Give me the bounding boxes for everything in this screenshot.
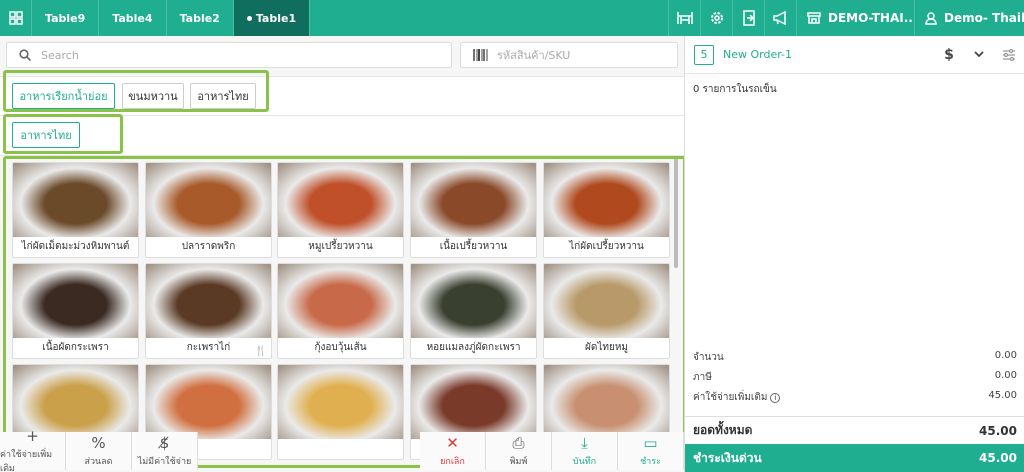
tab-label: Table2 bbox=[179, 11, 220, 25]
barcode-icon bbox=[473, 49, 488, 61]
sku-input[interactable]: รหัสสินค้า/SKU bbox=[460, 42, 678, 68]
quick-pay-label: ชำระเงินด่วน bbox=[693, 450, 762, 465]
extra-charge-label: ค่าใช้จ่ายเพิ่มเติม bbox=[693, 392, 768, 403]
store-icon bbox=[807, 12, 821, 24]
highlight-frame bbox=[3, 114, 123, 154]
tax-value: 0.00 bbox=[994, 370, 1017, 381]
action-label: ค่าใช้จ่ายเพิ่มเติม bbox=[0, 449, 53, 472]
action-label: ชำระ bbox=[640, 456, 661, 467]
user-icon bbox=[925, 11, 937, 25]
no-dollar-icon: $̸ bbox=[159, 433, 170, 452]
action-bar: + ค่าใช้จ่ายเพิ่มเติม % ส่วนลด $̸ ไม่มีค่าใ… bbox=[0, 428, 684, 472]
chevron-down-icon[interactable] bbox=[964, 51, 994, 58]
exit-door-icon[interactable] bbox=[732, 0, 764, 36]
cancel-button[interactable]: ✕ ยกเลิก bbox=[420, 432, 486, 470]
print-button[interactable]: ⎙ พิมพ์ bbox=[486, 432, 552, 470]
save-button[interactable]: ⤓ บันทึก bbox=[552, 432, 618, 470]
tax-row: ภาษี 0.00 bbox=[685, 370, 1024, 385]
quick-pay-button[interactable]: ชำระเงินด่วน 45.00 bbox=[685, 444, 1024, 472]
card-icon: ▭ bbox=[643, 433, 658, 452]
top-bar: Table9 Table4 Table2 Table1 DEMO-THAI...… bbox=[0, 0, 1024, 36]
extra-charge-button[interactable]: + ค่าใช้จ่ายเพิ่มเติม bbox=[0, 428, 66, 472]
pay-button[interactable]: ▭ ชำระ bbox=[618, 432, 684, 470]
tab-table9[interactable]: Table9 bbox=[32, 0, 100, 36]
extra-charge-value: 45.00 bbox=[988, 390, 1017, 401]
search-input[interactable]: Search bbox=[6, 42, 452, 68]
action-label: ไม่มีค่าใช้จ่าย bbox=[137, 456, 192, 467]
table-icon[interactable] bbox=[668, 0, 700, 36]
search-placeholder: Search bbox=[41, 48, 79, 62]
download-icon: ⤓ bbox=[581, 433, 588, 452]
filter-sliders-icon[interactable] bbox=[994, 48, 1024, 61]
total-label: ยอดทั้งหมด bbox=[693, 423, 753, 437]
percent-icon: % bbox=[91, 433, 106, 452]
order-panel: 5 New Order-1 $ 0 รายการในรถเข็น จำนวน 0… bbox=[684, 36, 1024, 472]
active-dot-icon bbox=[246, 15, 252, 21]
store-selector[interactable]: DEMO-THAI... bbox=[796, 0, 914, 36]
tab-label: Table4 bbox=[112, 11, 153, 25]
highlight-frame bbox=[3, 70, 269, 112]
tab-table1[interactable]: Table1 bbox=[233, 0, 311, 36]
tab-label: Table1 bbox=[255, 11, 297, 25]
user-menu[interactable]: Demo- Thail... bbox=[914, 0, 1024, 36]
quick-pay-value: 45.00 bbox=[979, 451, 1017, 465]
plus-icon: + bbox=[26, 426, 39, 445]
action-label: ส่วนลด bbox=[84, 456, 113, 467]
action-label: ยกเลิก bbox=[440, 456, 465, 467]
store-name: DEMO-THAI... bbox=[828, 11, 914, 25]
close-icon: ✕ bbox=[446, 433, 459, 452]
announcement-megaphone-icon[interactable] bbox=[764, 0, 796, 36]
discount-button[interactable]: % ส่วนลด bbox=[66, 432, 132, 470]
info-icon[interactable]: i bbox=[770, 393, 781, 403]
tax-label: ภาษี bbox=[693, 372, 712, 383]
tab-table2[interactable]: Table2 bbox=[167, 0, 234, 36]
dollar-icon[interactable]: $ bbox=[934, 47, 964, 63]
tab-label: Table9 bbox=[45, 11, 86, 25]
action-label: พิมพ์ bbox=[509, 456, 528, 467]
grid-menu-icon[interactable] bbox=[0, 0, 32, 36]
order-number-badge[interactable]: 5 bbox=[694, 44, 714, 65]
quantity-value: 0.00 bbox=[994, 350, 1017, 361]
action-label: บันทึก bbox=[572, 456, 597, 467]
printer-icon: ⎙ bbox=[512, 433, 525, 452]
tab-table4[interactable]: Table4 bbox=[99, 0, 167, 36]
cart-items-count: 0 รายการในรถเข็น bbox=[693, 84, 777, 95]
total-value: 45.00 bbox=[979, 423, 1017, 438]
user-name: Demo- Thail... bbox=[944, 11, 1024, 25]
search-icon bbox=[19, 49, 31, 61]
quantity-row: จำนวน 0.00 bbox=[685, 350, 1024, 365]
total-row: ยอดทั้งหมด 45.00 bbox=[685, 416, 1024, 444]
order-header: 5 New Order-1 $ bbox=[685, 36, 1024, 74]
quantity-label: จำนวน bbox=[693, 352, 724, 363]
no-charge-button[interactable]: $̸ ไม่มีค่าใช้จ่าย bbox=[132, 432, 198, 470]
order-name[interactable]: New Order-1 bbox=[723, 48, 934, 61]
settings-gear-icon[interactable] bbox=[700, 0, 732, 36]
sku-placeholder: รหัสสินค้า/SKU bbox=[497, 49, 571, 62]
extra-charge-row: ค่าใช้จ่ายเพิ่มเติม i 45.00 bbox=[685, 390, 1024, 405]
highlight-frame bbox=[3, 156, 686, 468]
product-area: Search รหัสสินค้า/SKU อาหารเรียกน้ำย่อย … bbox=[0, 36, 686, 472]
